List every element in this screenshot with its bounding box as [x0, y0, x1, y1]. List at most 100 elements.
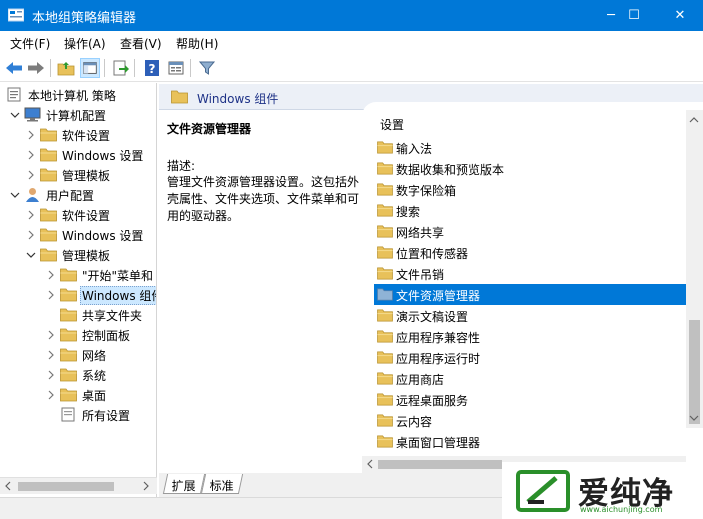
user-icon [26, 188, 39, 202]
close-button[interactable]: ✕ [657, 0, 703, 31]
chevron-right-icon[interactable] [46, 288, 56, 302]
watermark-url: www.aichunjing.com [580, 505, 663, 514]
settings-list-item[interactable]: 应用商店 [374, 368, 686, 389]
settings-column-header[interactable]: 设置 [380, 116, 404, 133]
chevron-right-icon[interactable] [26, 228, 36, 242]
settings-list-item-label: 搜索 [396, 205, 421, 219]
scroll-left-icon[interactable] [365, 459, 375, 469]
folder-icon [171, 90, 188, 104]
folder-icon [377, 435, 393, 448]
tree-node-label: 桌面 [82, 389, 107, 403]
tree-scroll-thumb[interactable] [18, 482, 114, 491]
folder-icon [377, 372, 393, 385]
menu-file[interactable]: 文件(F) [10, 35, 50, 52]
settings-list-item-label: 应用商店 [396, 373, 445, 387]
chevron-down-icon[interactable] [10, 108, 20, 122]
computer-policy-icon [7, 87, 21, 102]
folder-icon [377, 225, 393, 238]
tree-horizontal-scrollbar[interactable] [0, 477, 157, 494]
filter-icon[interactable] [197, 58, 217, 78]
settings-list-item-label: 输入法 [396, 142, 433, 156]
policy-editor-app-icon [8, 8, 24, 22]
tab-standard-label: 标准 [209, 479, 234, 493]
properties-icon[interactable] [166, 58, 186, 78]
chevron-down-icon[interactable] [26, 248, 36, 262]
title-bar: 本地组策略编辑器 ─ ☐ ✕ [0, 0, 703, 31]
tree-node-label: 管理模板 [62, 249, 111, 263]
list-hscroll-thumb[interactable] [378, 460, 502, 469]
folder-icon [377, 204, 393, 217]
forward-arrow-icon[interactable] [26, 58, 46, 78]
settings-list-item[interactable]: 远程桌面服务 [374, 389, 686, 410]
tree-node-label: 计算机配置 [46, 109, 107, 123]
list-vertical-scrollbar[interactable] [686, 110, 703, 428]
maximize-button[interactable]: ☐ [611, 0, 657, 31]
settings-list-item-label: 位置和传感器 [396, 247, 469, 261]
show-hide-tree-icon[interactable] [80, 58, 100, 78]
chevron-right-icon[interactable] [46, 368, 56, 382]
tree-node-label: 网络 [82, 349, 107, 363]
settings-list-item[interactable]: 网络共享 [374, 221, 686, 242]
settings-list-item[interactable]: 数字保险箱 [374, 179, 686, 200]
settings-list-item-label: 桌面窗口管理器 [396, 436, 481, 450]
scroll-down-icon[interactable] [689, 413, 699, 423]
folder-icon [60, 348, 77, 362]
folder-icon [377, 162, 393, 175]
chevron-right-icon[interactable] [46, 268, 56, 282]
settings-list-item[interactable]: 搜索 [374, 200, 686, 221]
tree-node-label: 管理模板 [62, 169, 111, 183]
chevron-right-icon[interactable] [26, 168, 36, 182]
folder-icon [60, 388, 77, 402]
settings-list-item[interactable]: 位置和传感器 [374, 242, 686, 263]
up-folder-icon[interactable] [56, 58, 76, 78]
settings-list-item[interactable]: 云内容 [374, 410, 686, 431]
settings-list-item[interactable]: 输入法 [374, 137, 686, 158]
folder-icon [377, 393, 393, 406]
settings-list-item[interactable]: 应用程序兼容性 [374, 326, 686, 347]
folder-icon [60, 328, 77, 342]
chevron-right-icon[interactable] [26, 128, 36, 142]
chevron-down-icon[interactable] [10, 188, 20, 202]
settings-list-item[interactable]: 应用程序运行时 [374, 347, 686, 368]
settings-list-item-label: 演示文稿设置 [396, 310, 469, 324]
chevron-right-icon[interactable] [26, 148, 36, 162]
scroll-left-icon[interactable] [3, 481, 13, 491]
chevron-right-icon[interactable] [46, 348, 56, 362]
scroll-up-icon[interactable] [689, 115, 699, 125]
menu-action[interactable]: 操作(A) [64, 35, 106, 52]
tab-extended-label: 扩展 [171, 479, 196, 493]
settings-list-item[interactable]: 演示文稿设置 [374, 305, 686, 326]
help-icon[interactable]: ? [142, 58, 162, 78]
folder-icon [377, 246, 393, 259]
folder-icon [60, 288, 77, 302]
tree-node-label: 本地计算机 策略 [28, 89, 116, 103]
chevron-right-icon[interactable] [46, 388, 56, 402]
settings-list-item[interactable]: 文件资源管理器 [374, 284, 686, 305]
tab-extended[interactable]: 扩展 [162, 474, 206, 494]
settings-list-item[interactable]: 文件吊销 [374, 263, 686, 284]
export-list-icon[interactable] [110, 58, 130, 78]
tab-standard[interactable]: 标准 [200, 474, 244, 494]
menu-help[interactable]: 帮助(H) [176, 35, 218, 52]
folder-icon [377, 267, 393, 280]
details-header-title: Windows 组件 [197, 92, 279, 106]
tree-node-label: 系统 [82, 369, 107, 383]
folder-icon [40, 248, 57, 262]
tree-node-label: Windows 组件 [80, 286, 156, 305]
tree-node-label: 软件设置 [62, 129, 111, 143]
chevron-right-icon[interactable] [26, 208, 36, 222]
toolbar: ? [0, 54, 703, 82]
folder-icon [40, 128, 57, 142]
folder-icon [377, 414, 393, 427]
back-arrow-icon[interactable] [4, 58, 24, 78]
settings-list-item[interactable]: 数据收集和预览版本 [374, 158, 686, 179]
folder-icon [377, 141, 393, 154]
menu-view[interactable]: 查看(V) [120, 35, 162, 52]
settings-list-item[interactable]: 桌面窗口管理器 [374, 431, 686, 452]
list-scroll-thumb[interactable] [689, 320, 700, 424]
description-label: 描述: [167, 159, 196, 173]
folder-icon [40, 208, 57, 222]
chevron-right-icon[interactable] [46, 328, 56, 342]
scroll-right-icon[interactable] [141, 481, 151, 491]
folder-icon [60, 268, 77, 282]
